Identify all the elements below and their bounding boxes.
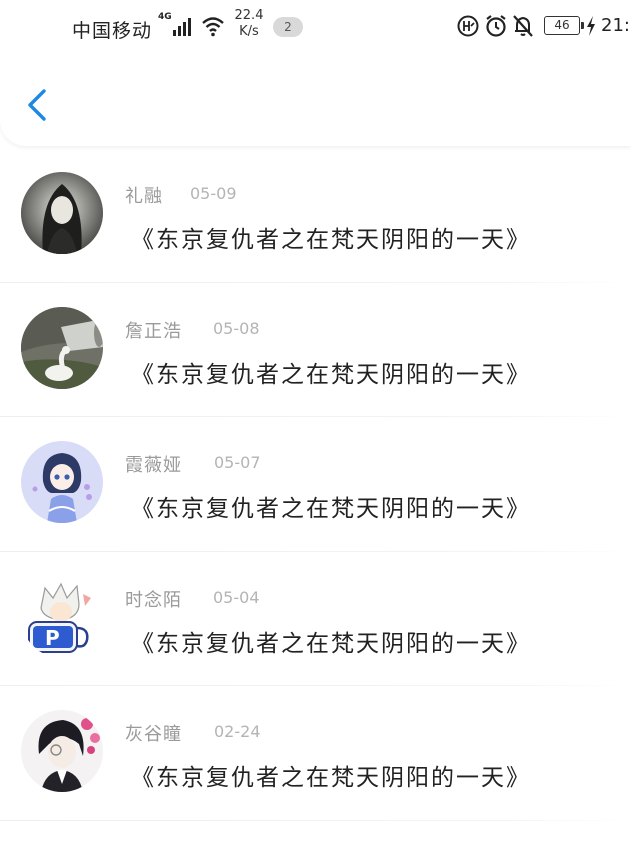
- list-item[interactable]: 灰谷瞳 02-24 《东京复仇者之在梵天阴阳的一天》: [0, 686, 631, 821]
- carrier-label: 中国移动: [72, 20, 153, 42]
- nav-bar: [0, 56, 631, 146]
- battery-indicator: 46: [544, 16, 584, 35]
- notification-count-badge: 2: [273, 17, 303, 37]
- network-type-label: 4G: [158, 12, 172, 22]
- author-name: 礼融: [125, 186, 163, 207]
- avatar[interactable]: [21, 306, 103, 389]
- chevron-left-icon: [28, 89, 46, 121]
- avatar[interactable]: [21, 441, 103, 523]
- list-item[interactable]: 礼融 05-09 《东京复仇者之在梵天阴阳的一天》: [0, 148, 631, 283]
- avatar-image: P: [21, 575, 103, 658]
- author-name: 霞薇娅: [125, 455, 182, 476]
- hd-call-icon: [457, 15, 479, 37]
- work-title[interactable]: 《东京复仇者之在梵天阴阳的一天》: [131, 355, 531, 389]
- avatar-image: [21, 172, 103, 254]
- avatar-image: [21, 441, 103, 523]
- list-item[interactable]: P 时念陌 05-04 《东京复仇者之在梵天阴阳的一天》: [0, 552, 631, 686]
- status-bar: 中国移动 4G 22.4 K/s 2 46 21:2: [0, 0, 631, 56]
- back-button[interactable]: [16, 82, 56, 128]
- clock: 21:2: [601, 15, 631, 36]
- update-date: 05-04: [213, 587, 260, 607]
- divider: [0, 819, 631, 821]
- avatar-image: [21, 306, 103, 389]
- work-title[interactable]: 《东京复仇者之在梵天阴阳的一天》: [131, 624, 531, 658]
- charging-icon: [587, 16, 595, 36]
- update-date: 05-09: [190, 184, 237, 203]
- avatar[interactable]: [21, 710, 103, 792]
- bell-off-icon: [513, 15, 533, 37]
- wifi-icon: [202, 17, 224, 37]
- svg-text:P: P: [45, 626, 60, 650]
- signal-icon: [173, 18, 191, 36]
- author-name: 詹正浩: [125, 320, 182, 342]
- avatar[interactable]: P: [21, 575, 103, 658]
- network-speed-value: 22.4: [234, 8, 264, 23]
- work-title[interactable]: 《东京复仇者之在梵天阴阳的一天》: [131, 758, 531, 792]
- author-name: 灰谷瞳: [125, 724, 182, 745]
- update-date: 05-07: [214, 453, 261, 472]
- chapter-update-list: 礼融 05-09 《东京复仇者之在梵天阴阳的一天》 詹正浩 05-08 《东京复…: [0, 148, 631, 821]
- update-date: 02-24: [214, 722, 261, 741]
- avatar[interactable]: [21, 172, 103, 254]
- update-date: 05-08: [213, 318, 260, 338]
- avatar-image: [21, 710, 103, 792]
- list-item[interactable]: 霞薇娅 05-07 《东京复仇者之在梵天阴阳的一天》: [0, 417, 631, 552]
- alarm-icon: [486, 15, 506, 37]
- list-item[interactable]: 詹正浩 05-08 《东京复仇者之在梵天阴阳的一天》: [0, 283, 631, 417]
- work-title[interactable]: 《东京复仇者之在梵天阴阳的一天》: [131, 489, 531, 523]
- network-speed-unit: K/s: [239, 24, 259, 39]
- network-speed: 22.4 K/s: [232, 8, 266, 40]
- author-name: 时念陌: [125, 589, 182, 611]
- work-title[interactable]: 《东京复仇者之在梵天阴阳的一天》: [131, 220, 531, 254]
